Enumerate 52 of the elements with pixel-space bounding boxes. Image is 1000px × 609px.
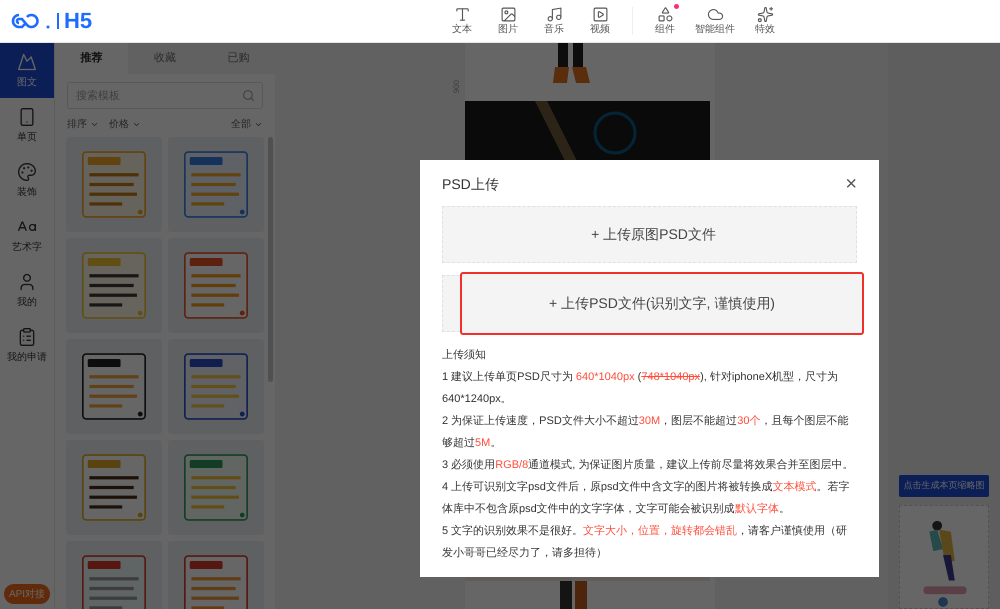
upload-button[interactable]: + 上传原图PSD文件 (443, 203, 864, 266)
sparkle-icon (756, 6, 774, 22)
panel-tab[interactable]: 已购 (202, 43, 275, 74)
logo-icon (10, 13, 52, 29)
template-card[interactable] (66, 339, 162, 434)
upload-button[interactable]: + 上传PSD文件(识别文字, 谨慎使用) (460, 272, 864, 335)
close-button[interactable]: × (845, 174, 857, 194)
notes-title: 上传须知 (442, 348, 487, 363)
api-button[interactable]: API对接 (4, 584, 50, 604)
toolbar-button[interactable]: 视频 (578, 6, 622, 36)
notice-paragraph: 1 建议上传单页PSD尺寸为 640*1040px (748*1040px), 针对iphoneX机型，尺寸为640*1240px。 (442, 370, 840, 407)
sidebar-item[interactable]: 图文 (0, 43, 54, 98)
logo-text: H5 (64, 10, 92, 32)
notice-paragraph: 2 为保证上传速度，PSD文件大小不超过30M，图层不能超过30个，且每个图层不能够超过5M。 (442, 414, 850, 451)
template-card[interactable] (168, 137, 264, 232)
text-icon (454, 6, 470, 22)
template-card[interactable] (168, 238, 264, 334)
template-card[interactable] (168, 339, 264, 434)
music-note-icon (546, 6, 562, 22)
sidebar-item[interactable]: 我的申请 (0, 318, 54, 373)
notice-paragraph: 5 文字的识别效果不是很好。文字大小，位置，旋转都会错乱，请客户谨慎使用（研发小哥哥已经尽力了，请多担待） (442, 524, 848, 561)
generate-thumbnail-button[interactable]: 点击生成本页缩略图 (899, 475, 989, 497)
template-card[interactable] (66, 137, 162, 232)
sidebar-item[interactable]: 艺术字 (0, 208, 54, 263)
clipboard-icon (17, 326, 37, 346)
sidebar-item[interactable]: 我的 (0, 263, 54, 318)
toolbar-button[interactable]: 文本 (440, 6, 484, 36)
search-icon (242, 89, 255, 102)
dialog-title: PSD上传 (442, 174, 499, 194)
mountain-icon (17, 52, 37, 72)
toolbar-button[interactable]: 音乐 (532, 6, 576, 36)
template-card[interactable] (66, 541, 162, 609)
notice-paragraph: 3 必须使用RGB/8通道模式, 为保证图片质量，建议上传前尽量将效果合并至图层中。 (442, 458, 854, 473)
sidebar-item[interactable]: 单页 (0, 98, 54, 153)
panel-tab[interactable]: 收藏 (128, 43, 202, 74)
sidebar-item[interactable]: 装饰 (0, 153, 54, 208)
filter-dropdown[interactable]: 全部 (231, 117, 263, 132)
toolbar-button[interactable]: 智能组件 (689, 6, 741, 36)
template-card[interactable] (168, 440, 264, 536)
filter-dropdown[interactable]: 价格 (109, 117, 141, 132)
toolbar-button[interactable]: 组件 (643, 6, 687, 36)
toolbar-button[interactable]: 图片 (486, 6, 530, 36)
template-card[interactable] (168, 541, 264, 609)
template-card[interactable] (66, 238, 162, 334)
template-card[interactable] (66, 440, 162, 536)
notice-paragraph: 4 上传可识别文字psd文件后，原psd文件中含文字的图片将被转换成文本模式。若字体库中不包含原psd文件中的文字字体，文字可能会被识别成默认字体。 (442, 480, 851, 517)
play-icon (592, 6, 608, 22)
filter-dropdown[interactable]: 排序 (67, 117, 99, 132)
shapes-icon (656, 6, 674, 22)
palette-icon (17, 162, 37, 182)
toolbar-button[interactable]: 特效 (743, 6, 787, 36)
image-icon (500, 6, 516, 22)
